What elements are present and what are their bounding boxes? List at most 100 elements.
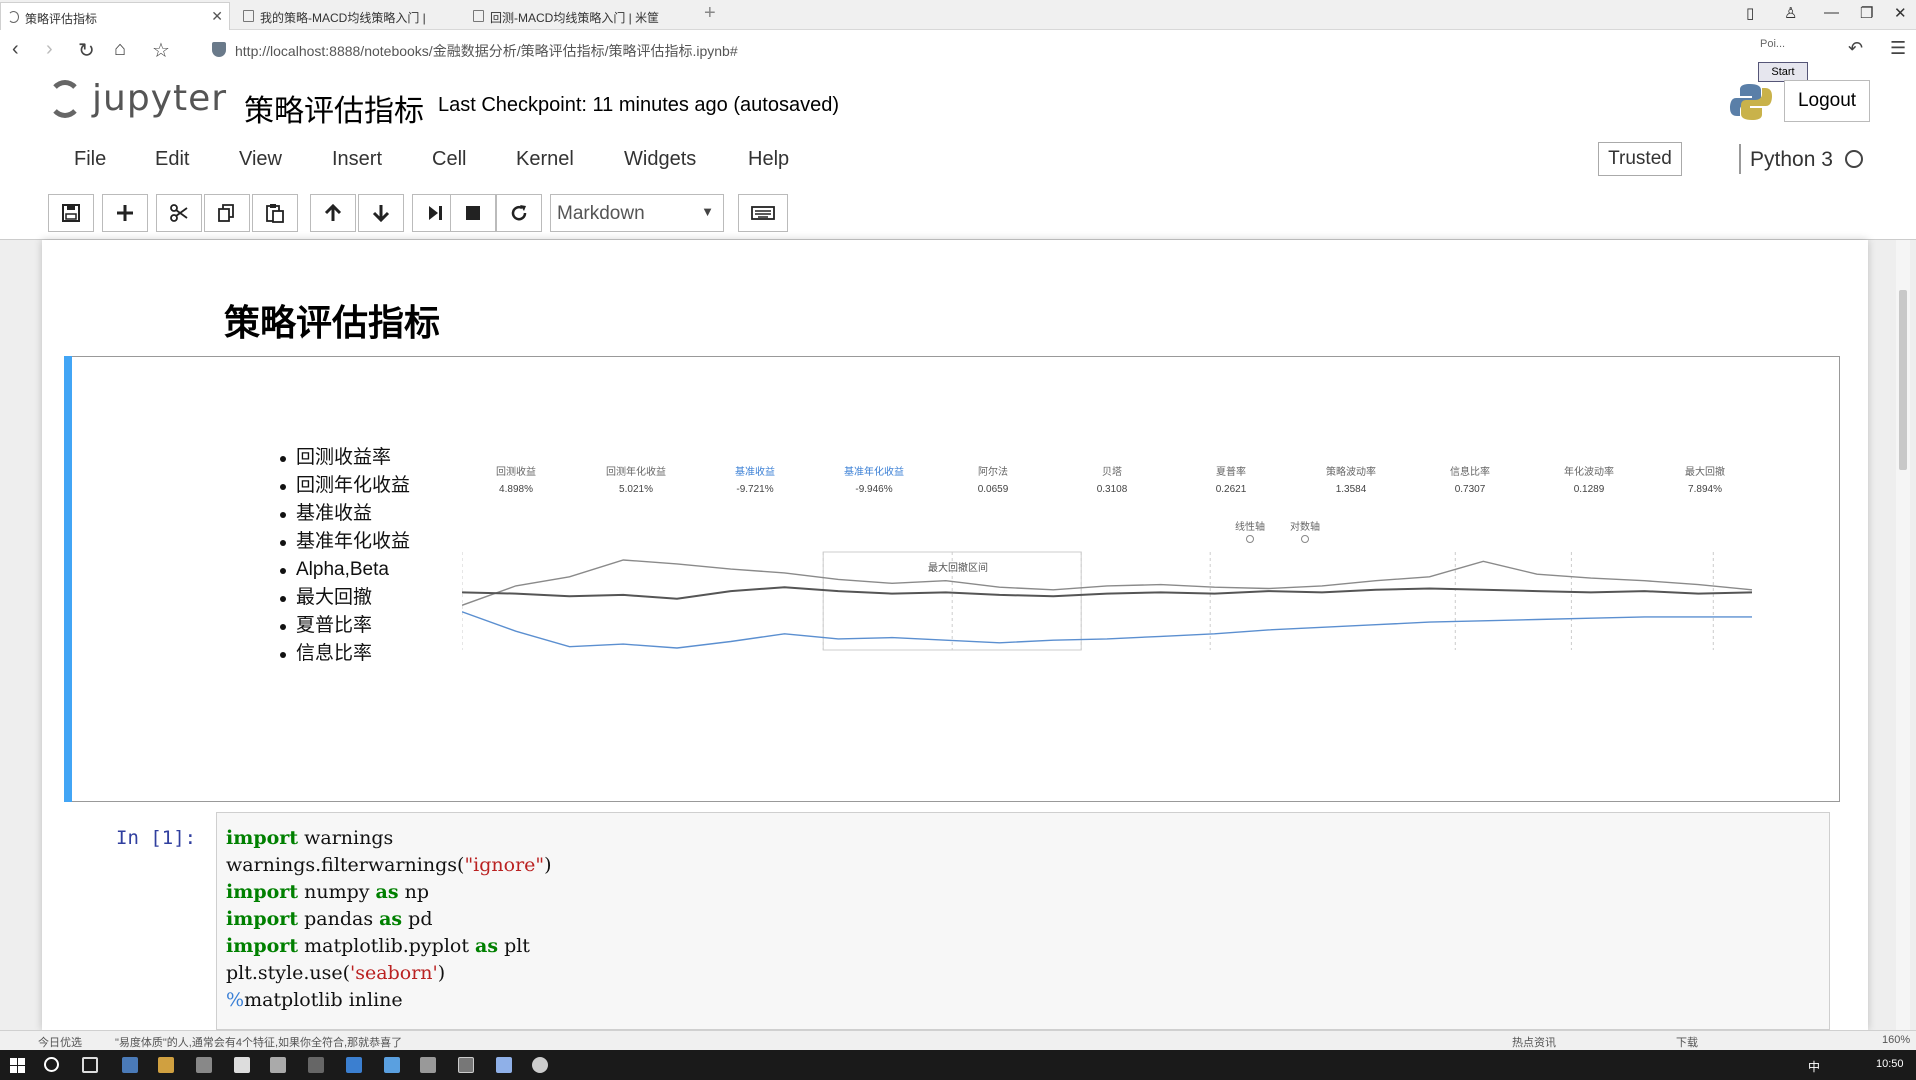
metric-value: 0.3108 — [1096, 484, 1128, 495]
browser-tab[interactable]: 我的策略-MACD均线策略入门 | — [236, 2, 460, 30]
logout-button[interactable]: Logout — [1784, 80, 1870, 122]
menu-insert[interactable]: Insert — [332, 148, 382, 171]
metric-value: 0.1289 — [1573, 484, 1605, 495]
browser-tab-active[interactable]: 策略评估指标 ✕ — [0, 2, 230, 30]
close-tab-icon[interactable]: ✕ — [211, 8, 223, 25]
metric-value: 5.021% — [619, 484, 653, 495]
browser-tab[interactable]: 回测-MACD均线策略入门 | 米筐 — [466, 2, 690, 30]
chart-series-line — [462, 611, 1752, 649]
app-icon[interactable] — [458, 1057, 474, 1073]
close-window-icon[interactable]: ✕ — [1894, 4, 1907, 22]
keyword: import — [226, 827, 299, 849]
metric-label: 年化波动率 — [1564, 467, 1614, 478]
shirt-icon[interactable]: ♙ — [1784, 4, 1797, 22]
app-icon[interactable] — [384, 1057, 400, 1073]
task-view-icon[interactable] — [82, 1057, 98, 1073]
metric-label: 贝塔 — [1102, 467, 1122, 478]
menu-kernel[interactable]: Kernel — [516, 148, 574, 171]
app-icon[interactable] — [122, 1057, 138, 1073]
menu-view[interactable]: View — [239, 148, 282, 171]
stop-icon — [466, 206, 480, 220]
metric-label: 阿尔法 — [978, 467, 1008, 478]
kernel-name[interactable]: Python 3 — [1750, 148, 1833, 172]
page-icon — [473, 10, 484, 22]
app-icon[interactable] — [308, 1057, 324, 1073]
back-icon[interactable]: ‹ — [12, 38, 19, 61]
paste-button[interactable] — [252, 194, 298, 232]
app-icon[interactable] — [496, 1057, 512, 1073]
app-icon[interactable] — [196, 1057, 212, 1073]
sidebar-icon[interactable]: ▯ — [1746, 4, 1754, 22]
menu-widgets[interactable]: Widgets — [624, 148, 696, 171]
cut-button[interactable] — [156, 194, 202, 232]
app-icon[interactable] — [158, 1057, 174, 1073]
menu-cell[interactable]: Cell — [432, 148, 466, 171]
ime-indicator[interactable]: 中 — [1808, 1058, 1820, 1075]
log-axis-toggle[interactable]: 对数轴 — [1290, 518, 1320, 543]
windows-taskbar: 中 10:50 — [0, 1050, 1916, 1080]
new-tab-button[interactable]: + — [704, 2, 716, 25]
jupyter-logo-text[interactable]: jupyter — [92, 78, 227, 119]
status-news[interactable]: "易度体质"的人,通常会有4个特征,如果你全符合,那就恭喜了 — [115, 1034, 402, 1050]
address-bar: ‹ › ↻ ⌂ ☆ http://localhost:8888/notebook… — [0, 30, 1916, 70]
app-icon[interactable] — [346, 1057, 362, 1073]
move-down-button[interactable] — [358, 194, 404, 232]
restart-button[interactable] — [496, 194, 542, 232]
command-palette-button[interactable] — [738, 194, 788, 232]
windows-start-icon[interactable] — [10, 1058, 25, 1073]
toggle-label: 对数轴 — [1290, 522, 1320, 533]
save-button[interactable] — [48, 194, 94, 232]
linear-axis-toggle[interactable]: 线性轴 — [1235, 518, 1265, 543]
cut-icon — [170, 204, 188, 222]
menu-edit[interactable]: Edit — [155, 148, 189, 171]
refresh-icon[interactable]: ↻ — [78, 38, 95, 63]
tab-label: 回测-MACD均线策略入门 | 米筐 — [490, 11, 660, 25]
insert-cell-button[interactable] — [102, 194, 148, 232]
metric-value: 1.3584 — [1335, 484, 1367, 495]
copy-button[interactable] — [204, 194, 250, 232]
menu-icon[interactable]: ☰ — [1890, 38, 1906, 59]
menu-file[interactable]: File — [74, 148, 106, 171]
search-icon[interactable] — [44, 1057, 59, 1072]
status-zoom[interactable]: 160% — [1882, 1034, 1910, 1046]
app-icon[interactable] — [532, 1057, 548, 1073]
list-item: Alpha,Beta — [278, 556, 410, 584]
move-up-button[interactable] — [310, 194, 356, 232]
cell-selection-indicator — [64, 356, 72, 802]
app-icon[interactable] — [420, 1057, 436, 1073]
jupyter-logo-icon[interactable] — [48, 80, 82, 118]
cell-type-select[interactable]: Markdown ▼ — [550, 194, 724, 232]
clock[interactable]: 10:50 — [1876, 1058, 1904, 1070]
cell-type-value: Markdown — [557, 203, 645, 224]
interrupt-button[interactable] — [450, 194, 496, 232]
app-icon[interactable] — [270, 1057, 286, 1073]
forward-icon[interactable]: › — [46, 38, 53, 61]
minimize-icon[interactable]: — — [1824, 4, 1839, 21]
list-item: 最大回撤 — [278, 584, 410, 612]
browser-tab-bar: 策略评估指标 ✕ 我的策略-MACD均线策略入门 | 回测-MACD均线策略入门… — [0, 0, 1916, 30]
restore-icon[interactable]: ❐ — [1860, 4, 1873, 22]
url-field[interactable]: http://localhost:8888/notebooks/金融数据分析/策… — [235, 41, 738, 61]
scrollbar-thumb[interactable] — [1899, 290, 1907, 470]
app-icon[interactable] — [234, 1057, 250, 1073]
save-icon — [62, 204, 80, 222]
code-editor[interactable]: import warnings warnings.filterwarnings(… — [226, 825, 552, 1014]
status-left[interactable]: 今日优选 — [38, 1034, 82, 1050]
trusted-indicator[interactable]: Trusted — [1598, 142, 1682, 176]
extension-start-button[interactable]: Start — [1758, 62, 1808, 82]
tab-label: 我的策略-MACD均线策略入门 | — [260, 11, 426, 25]
kernel-separator — [1739, 144, 1741, 174]
list-item: 夏普比率 — [278, 612, 410, 640]
undo-icon[interactable]: ↶ — [1848, 38, 1863, 59]
status-download[interactable]: 下载 — [1676, 1034, 1698, 1050]
star-icon[interactable]: ☆ — [152, 38, 170, 63]
metric-value: -9.946% — [855, 484, 893, 495]
home-icon[interactable]: ⌂ — [114, 38, 126, 61]
arrow-up-icon — [324, 203, 342, 221]
status-hot-news[interactable]: 热点资讯 — [1512, 1034, 1556, 1050]
markdown-heading: 策略评估指标 — [224, 302, 441, 343]
keyboard-icon — [751, 206, 775, 220]
menu-help[interactable]: Help — [748, 148, 789, 171]
plus-icon — [117, 205, 133, 221]
notebook-name[interactable]: 策略评估指标 — [244, 86, 424, 130]
